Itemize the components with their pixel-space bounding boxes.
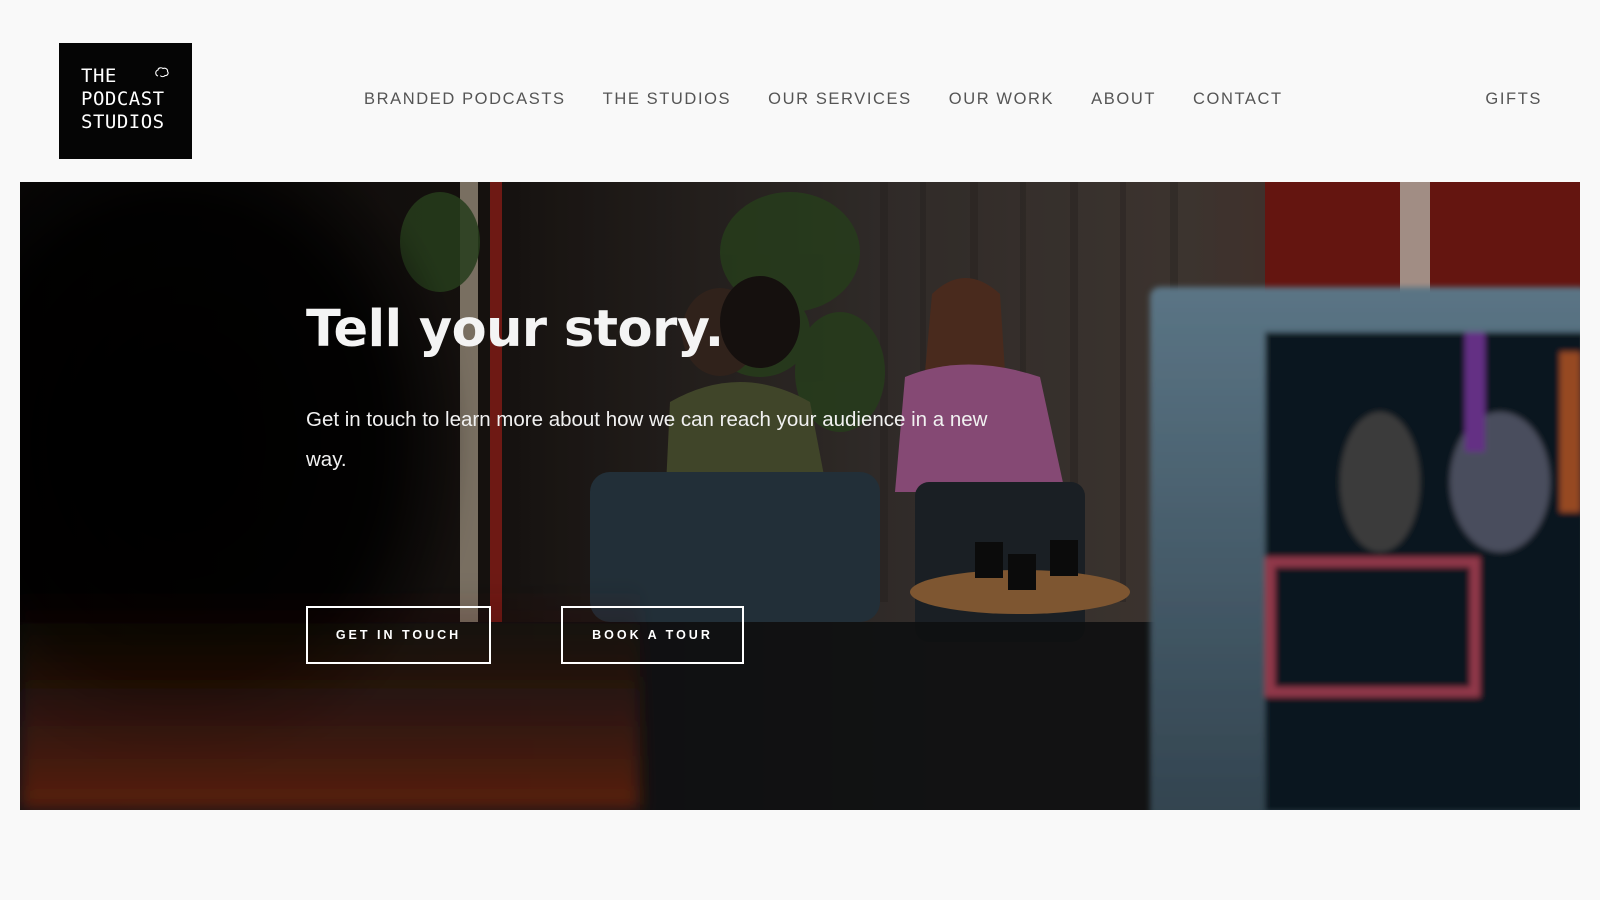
hero-background-image [20,182,1580,810]
nav-contact[interactable]: CONTACT [1193,90,1283,109]
brain-icon [155,67,169,78]
logo-line-3: STUDIOS [81,111,165,133]
nav-our-services[interactable]: OUR SERVICES [768,90,912,109]
site-header: THE PODCAST STUDIOS BRANDED PODCASTS THE… [0,0,1600,182]
hero-banner: Tell your story. Get in touch to learn m… [20,182,1580,810]
nav-our-work[interactable]: OUR WORK [949,90,1054,109]
hero-subtitle: Get in touch to learn more about how we … [306,408,988,471]
logo-line-1: THE [81,65,117,87]
nav-the-studios[interactable]: THE STUDIOS [603,90,732,109]
site-logo[interactable]: THE PODCAST STUDIOS [59,43,192,159]
nav-gifts[interactable]: GIFTS [1485,90,1542,109]
book-a-tour-button[interactable]: BOOK A TOUR [561,606,744,664]
hero-title: Tell your story. [306,300,724,359]
nav-branded-podcasts[interactable]: BRANDED PODCASTS [364,90,566,109]
nav-about[interactable]: ABOUT [1091,90,1156,109]
main-nav: BRANDED PODCASTS THE STUDIOS OUR SERVICE… [364,90,1320,109]
logo-line-2: PODCAST [81,88,165,110]
get-in-touch-button[interactable]: GET IN TOUCH [306,606,491,664]
